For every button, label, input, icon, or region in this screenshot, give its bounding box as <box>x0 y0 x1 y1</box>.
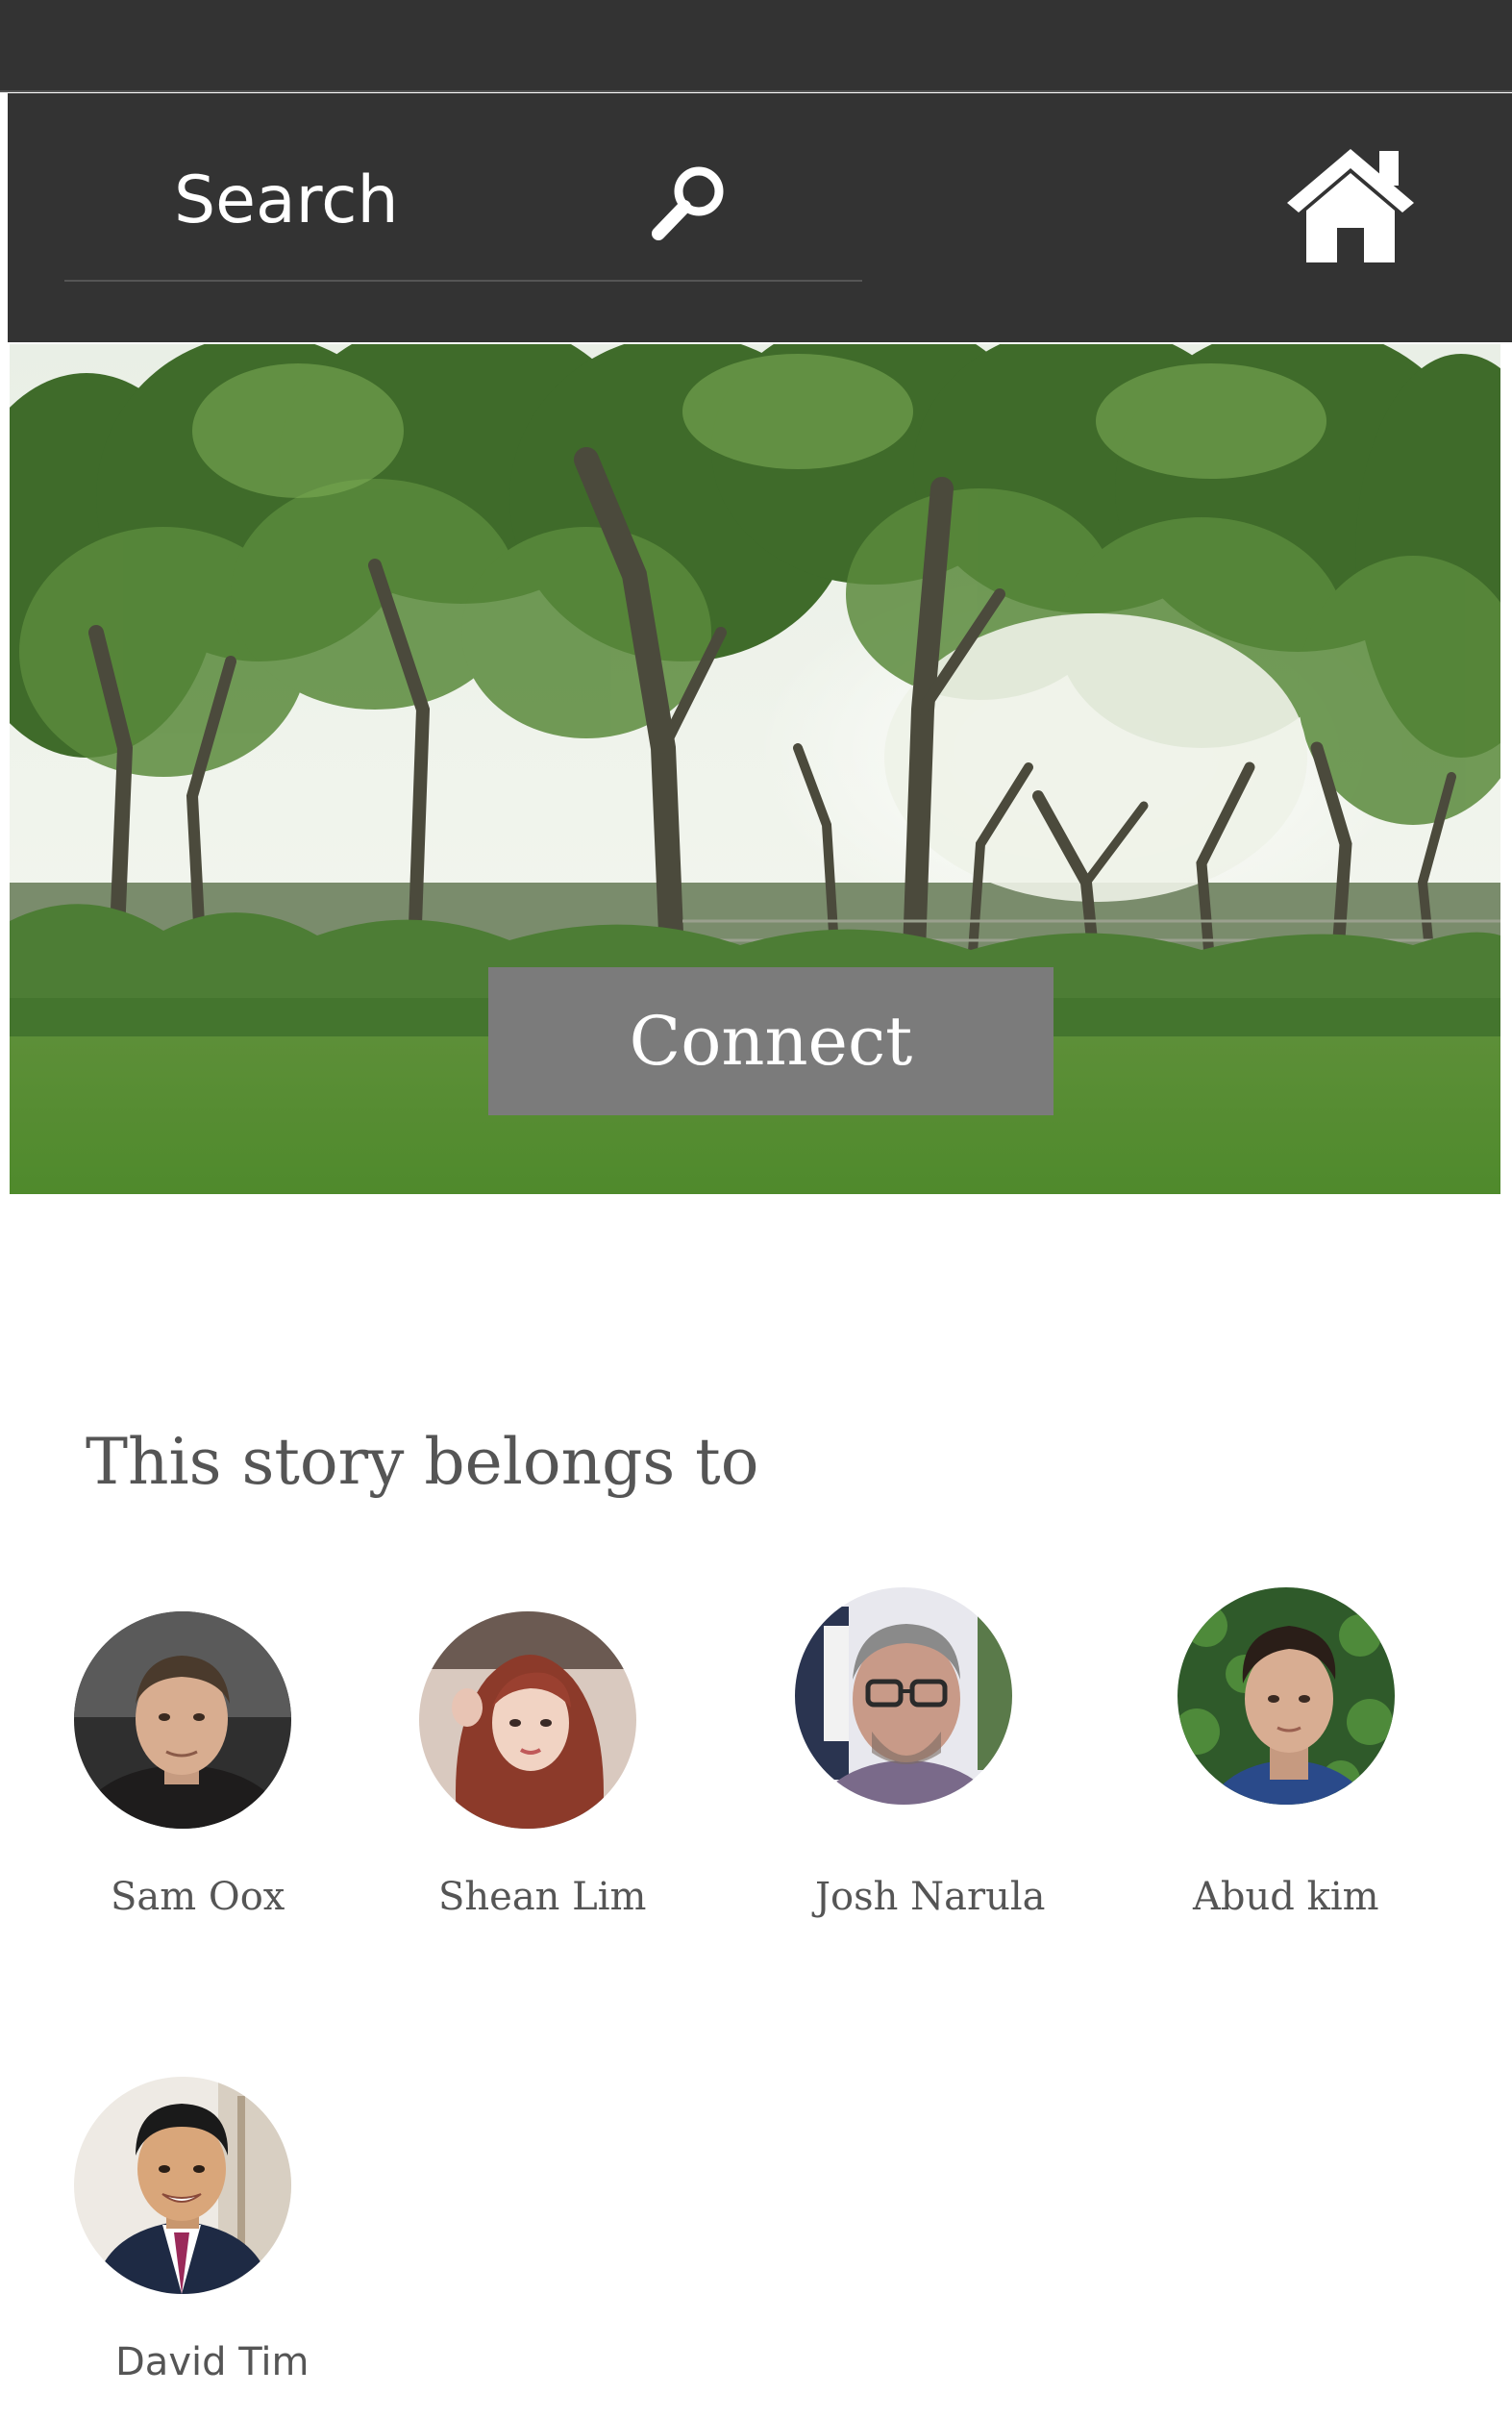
connect-button[interactable]: Connect <box>488 967 1053 1115</box>
status-bar <box>0 0 1512 92</box>
avatar <box>795 1587 1012 1805</box>
avatar <box>1177 1587 1395 1805</box>
member-name: Abud kim <box>1193 1875 1379 1919</box>
member-card[interactable]: Josh Narula <box>781 1587 1107 1938</box>
avatar <box>74 1611 291 1829</box>
header-bar <box>8 93 1512 342</box>
member-name: Josh Narula <box>815 1875 1046 1919</box>
member-name: Sam Oox <box>111 1875 285 1919</box>
section-title: This story belongs to <box>86 1425 759 1499</box>
member-card[interactable]: Sam Oox <box>58 1602 384 1938</box>
hero-image: Connect <box>10 344 1500 1194</box>
home-icon[interactable] <box>1283 143 1418 268</box>
avatar <box>419 1611 636 1829</box>
search-bar <box>64 93 862 282</box>
search-icon[interactable] <box>643 157 735 249</box>
member-card[interactable]: Abud kim <box>1165 1587 1492 1938</box>
member-card[interactable]: David Tim <box>58 2067 384 2404</box>
member-card[interactable]: Shean Lim <box>404 1602 731 1938</box>
search-input[interactable] <box>174 157 655 243</box>
member-name: David Tim <box>115 2340 310 2384</box>
member-name: Shean Lim <box>438 1875 647 1919</box>
avatar <box>74 2077 291 2294</box>
